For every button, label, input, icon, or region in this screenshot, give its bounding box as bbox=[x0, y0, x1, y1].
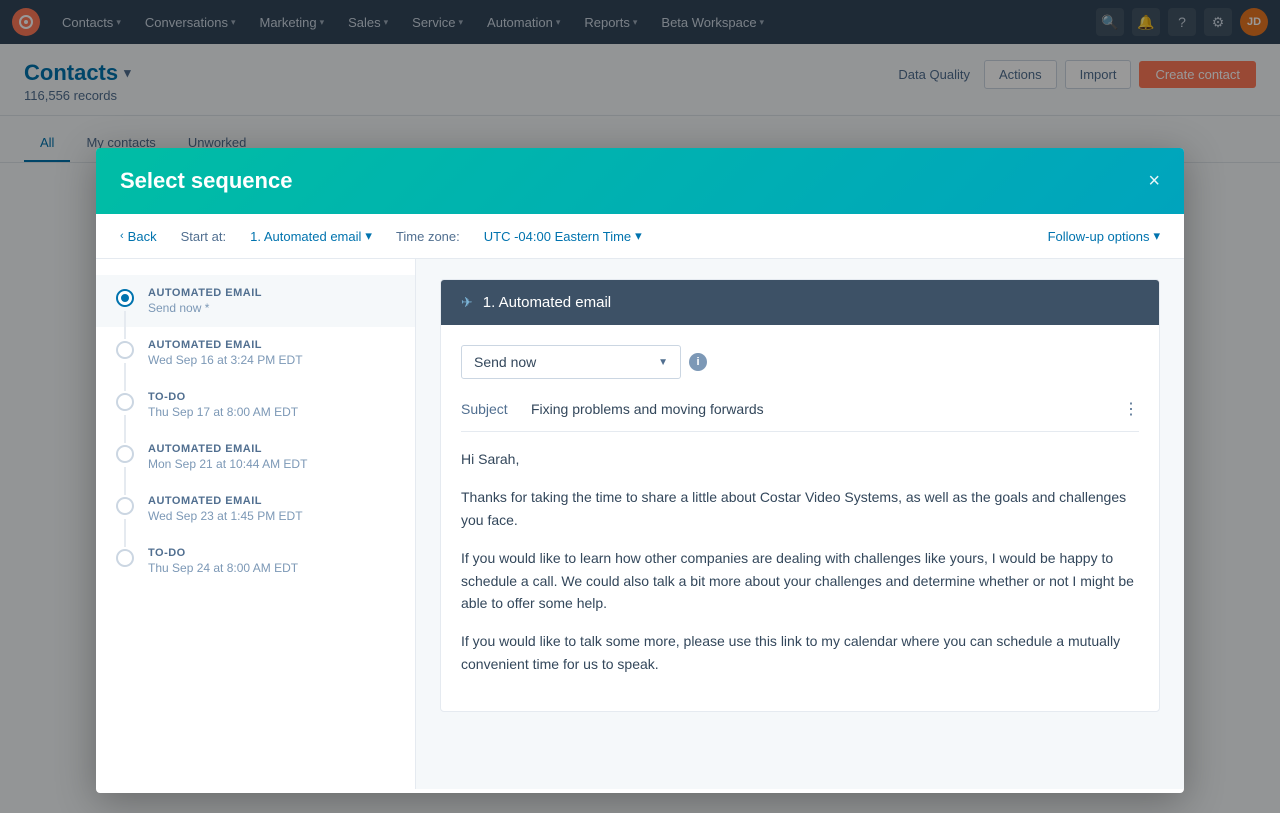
sequence-item-detail-2: Wed Sep 16 at 3:24 PM EDT bbox=[148, 353, 395, 367]
modal-body: AUTOMATED EMAIL Send now * AUTOMATED EMA… bbox=[96, 259, 1184, 789]
follow-up-options-button[interactable]: Follow-up options ▾ bbox=[1048, 228, 1160, 244]
sequence-step-indicator-4 bbox=[116, 445, 134, 463]
sequence-item-type-5: AUTOMATED EMAIL bbox=[148, 495, 395, 507]
email-card-title: 1. Automated email bbox=[483, 294, 611, 311]
dropdown-arrow-icon: ▼ bbox=[658, 357, 668, 368]
sequence-step-indicator-5 bbox=[116, 497, 134, 515]
email-card-body: Send now ▼ i Subject ⋮ Hi Sarah, bbox=[441, 325, 1159, 711]
select-sequence-modal: Select sequence × ‹ Back Start at: 1. Au… bbox=[96, 148, 1184, 793]
email-body: Hi Sarah, Thanks for taking the time to … bbox=[461, 448, 1139, 675]
modal-subheader: ‹ Back Start at: 1. Automated email ▾ Ti… bbox=[96, 214, 1184, 259]
sequence-item-6[interactable]: TO-DO Thu Sep 24 at 8:00 AM EDT bbox=[96, 535, 415, 587]
timezone-dropdown[interactable]: UTC -04:00 Eastern Time ▾ bbox=[484, 228, 642, 244]
modal-header: Select sequence × bbox=[96, 148, 1184, 214]
sequence-item-detail-6: Thu Sep 24 at 8:00 AM EDT bbox=[148, 561, 395, 575]
subject-input[interactable] bbox=[531, 401, 1123, 417]
subject-label: Subject bbox=[461, 401, 531, 417]
sequence-item-type-4: AUTOMATED EMAIL bbox=[148, 443, 395, 455]
sequence-item-content-1: AUTOMATED EMAIL Send now * bbox=[148, 287, 395, 315]
active-step-dot bbox=[121, 294, 129, 302]
sequence-item-detail-3: Thu Sep 17 at 8:00 AM EDT bbox=[148, 405, 395, 419]
modal-title: Select sequence bbox=[120, 168, 292, 194]
timezone-chevron-icon: ▾ bbox=[635, 228, 642, 244]
sequence-item-detail-4: Mon Sep 21 at 10:44 AM EDT bbox=[148, 457, 395, 471]
sequence-item-2[interactable]: AUTOMATED EMAIL Wed Sep 16 at 3:24 PM ED… bbox=[96, 327, 415, 379]
sequence-item-content-5: AUTOMATED EMAIL Wed Sep 23 at 1:45 PM ED… bbox=[148, 495, 395, 523]
start-at-dropdown[interactable]: 1. Automated email ▾ bbox=[250, 228, 372, 244]
sequence-step-indicator-6 bbox=[116, 549, 134, 567]
sequence-item-detail-1: Send now * bbox=[148, 301, 395, 315]
email-card-header: ✈ 1. Automated email bbox=[441, 280, 1159, 325]
sequence-list: AUTOMATED EMAIL Send now * AUTOMATED EMA… bbox=[96, 259, 416, 789]
sequence-item-type-3: TO-DO bbox=[148, 391, 395, 403]
sequence-item-type-6: TO-DO bbox=[148, 547, 395, 559]
modal-close-button[interactable]: × bbox=[1148, 171, 1160, 191]
sequence-item-content-2: AUTOMATED EMAIL Wed Sep 16 at 3:24 PM ED… bbox=[148, 339, 395, 367]
subject-row: Subject ⋮ bbox=[461, 399, 1139, 432]
start-at-label: Start at: bbox=[181, 229, 227, 244]
sequence-item-type-1: AUTOMATED EMAIL bbox=[148, 287, 395, 299]
email-paragraph-1: Thanks for taking the time to share a li… bbox=[461, 486, 1139, 531]
back-button[interactable]: ‹ Back bbox=[120, 229, 157, 244]
sequence-item-detail-5: Wed Sep 23 at 1:45 PM EDT bbox=[148, 509, 395, 523]
email-paragraph-3: If you would like to talk some more, ple… bbox=[461, 630, 1139, 675]
subject-edit-icon[interactable]: ⋮ bbox=[1123, 399, 1139, 419]
send-now-dropdown[interactable]: Send now ▼ bbox=[461, 345, 681, 379]
send-icon: ✈ bbox=[461, 294, 473, 311]
email-greeting: Hi Sarah, bbox=[461, 448, 1139, 470]
sequence-item-4[interactable]: AUTOMATED EMAIL Mon Sep 21 at 10:44 AM E… bbox=[96, 431, 415, 483]
back-chevron-icon: ‹ bbox=[120, 230, 124, 242]
sequence-item-3[interactable]: TO-DO Thu Sep 17 at 8:00 AM EDT bbox=[96, 379, 415, 431]
sequence-step-indicator-2 bbox=[116, 341, 134, 359]
send-timing-row: Send now ▼ i bbox=[461, 345, 1139, 379]
dropdown-chevron-icon: ▾ bbox=[365, 228, 372, 244]
info-icon-button[interactable]: i bbox=[689, 353, 707, 371]
follow-up-chevron-icon: ▾ bbox=[1153, 228, 1160, 244]
email-paragraph-2: If you would like to learn how other com… bbox=[461, 547, 1139, 614]
sequence-step-indicator-1 bbox=[116, 289, 134, 307]
timezone-label: Time zone: bbox=[396, 229, 460, 244]
sequence-item-1[interactable]: AUTOMATED EMAIL Send now * bbox=[96, 275, 415, 327]
sequence-step-indicator-3 bbox=[116, 393, 134, 411]
sequence-item-content-4: AUTOMATED EMAIL Mon Sep 21 at 10:44 AM E… bbox=[148, 443, 395, 471]
sequence-item-type-2: AUTOMATED EMAIL bbox=[148, 339, 395, 351]
sequence-item-content-3: TO-DO Thu Sep 17 at 8:00 AM EDT bbox=[148, 391, 395, 419]
sequence-item-5[interactable]: AUTOMATED EMAIL Wed Sep 23 at 1:45 PM ED… bbox=[96, 483, 415, 535]
email-card: ✈ 1. Automated email Send now ▼ i bbox=[440, 279, 1160, 712]
sequence-item-content-6: TO-DO Thu Sep 24 at 8:00 AM EDT bbox=[148, 547, 395, 575]
email-content-panel: ✈ 1. Automated email Send now ▼ i bbox=[416, 259, 1184, 789]
